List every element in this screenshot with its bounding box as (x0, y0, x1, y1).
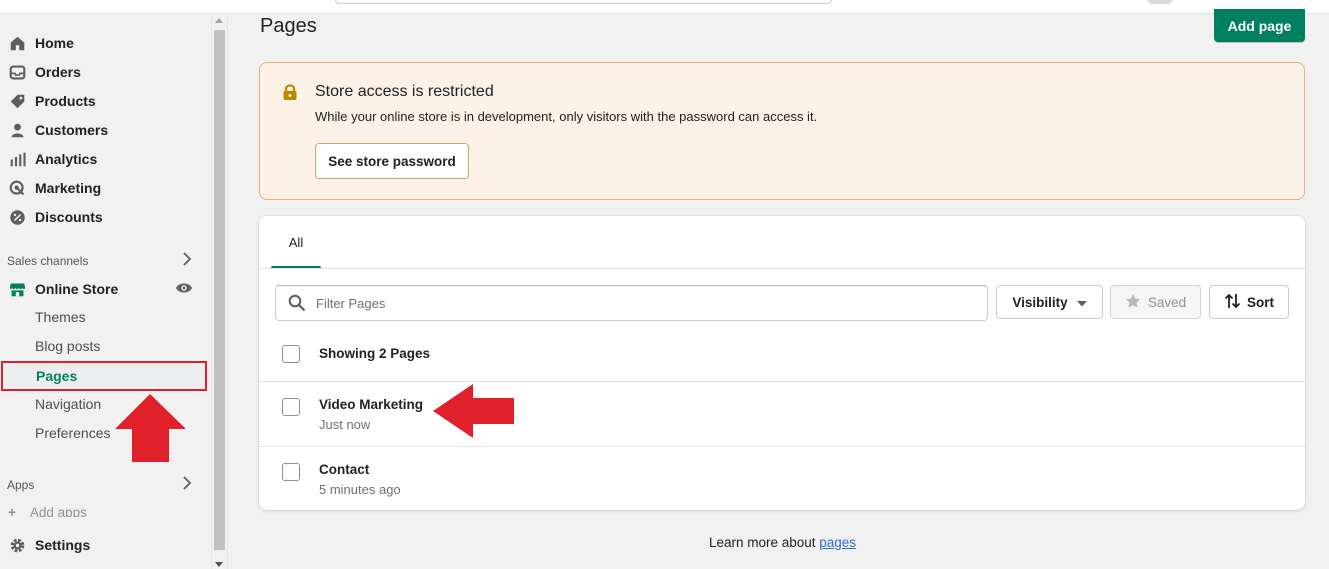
home-icon (8, 34, 26, 52)
store-icon (8, 280, 26, 298)
annotation-arrow-up-icon (115, 394, 186, 462)
table-row[interactable]: Video Marketing Just now (259, 382, 1305, 446)
filter-placeholder: Filter Pages (316, 296, 386, 311)
person-icon (8, 121, 26, 139)
bar-chart-icon (8, 150, 26, 168)
saved-button[interactable]: Saved (1110, 285, 1201, 319)
page-updated-cell: Just now (319, 417, 371, 432)
caret-down-icon (1076, 295, 1087, 310)
showing-count-label: Showing 2 Pages (319, 346, 431, 361)
saved-label: Saved (1147, 294, 1187, 310)
table-row[interactable]: Contact 5 minutes ago (259, 447, 1305, 510)
sidebar-item-label: Pages (36, 368, 78, 384)
sidebar-item-discounts[interactable]: Discounts (0, 203, 205, 231)
filter-pages-input[interactable]: Filter Pages (275, 285, 988, 321)
sidebar-item-marketing[interactable]: Marketing (0, 174, 205, 202)
footer-text: Learn more about (708, 535, 820, 550)
tab-all[interactable]: All (271, 216, 321, 268)
section-label: Sales channels (7, 253, 89, 268)
lock-icon (282, 83, 298, 106)
sidebar-item-label: Home (35, 35, 74, 51)
tag-icon (8, 92, 26, 110)
banner-title: Store access is restricted (315, 83, 494, 100)
page-updated-cell: 5 minutes ago (319, 482, 401, 497)
scrollbar-thumb[interactable] (214, 30, 225, 550)
sidebar-item-label: Blog posts (35, 338, 101, 354)
inbox-icon (8, 63, 26, 81)
divider (227, 14, 228, 569)
chevron-right-icon[interactable] (182, 252, 192, 269)
global-search-bar[interactable] (335, 0, 832, 4)
sidebar-item-themes[interactable]: Themes (35, 304, 205, 330)
star-icon (1125, 293, 1141, 312)
sidebar-item-analytics[interactable]: Analytics (0, 145, 205, 173)
sidebar-item-label: Themes (35, 309, 86, 325)
sidebar-item-label: Orders (35, 64, 81, 80)
sidebar-item-label: Navigation (35, 396, 102, 412)
row-checkbox[interactable] (282, 463, 300, 481)
sidebar-item-label: Preferences (35, 425, 111, 441)
sidebar-item-orders[interactable]: Orders (0, 58, 205, 86)
sidebar-item-products[interactable]: Products (0, 87, 205, 115)
scroll-down-arrow-icon[interactable] (215, 562, 223, 567)
sidebar-item-label: Analytics (35, 151, 98, 167)
visibility-label: Visibility (1012, 294, 1068, 310)
row-checkbox[interactable] (282, 398, 300, 416)
sales-channels-header[interactable]: Sales channels (7, 252, 192, 269)
apps-header[interactable]: Apps (7, 476, 192, 493)
sort-icon (1224, 293, 1241, 312)
sidebar-item-label: Customers (35, 122, 109, 138)
scroll-up-arrow-icon[interactable] (215, 18, 223, 23)
add-page-button[interactable]: Add page (1214, 9, 1305, 42)
sidebar-item-label: Add apps (29, 505, 87, 517)
sidebar-item-label: Discounts (35, 209, 103, 225)
page-title-cell[interactable]: Contact (319, 462, 369, 477)
sidebar-item-label: Products (35, 93, 96, 109)
sidebar-item-label: Online Store (35, 281, 119, 297)
search-icon (288, 294, 306, 317)
sort-button[interactable]: Sort (1209, 285, 1289, 319)
pages-card: All Filter Pages Visibility Saved Sort S… (259, 216, 1305, 510)
sidebar-item-pages[interactable]: Pages (1, 361, 207, 391)
add-apps-item[interactable]: + Add apps (8, 505, 198, 517)
select-all-row: Showing 2 Pages (259, 334, 1305, 380)
store-restricted-banner: Store access is restricted While your on… (259, 62, 1305, 200)
see-store-password-button[interactable]: See store password (315, 143, 469, 179)
sidebar-item-blog-posts[interactable]: Blog posts (35, 333, 205, 359)
learn-more-footer: Learn more about pages (0, 535, 1329, 550)
page-title-cell[interactable]: Video Marketing (319, 397, 423, 412)
sidebar-item-label: Marketing (35, 180, 102, 196)
avatar[interactable] (1148, 0, 1172, 4)
select-all-checkbox[interactable] (282, 345, 300, 363)
section-label: Apps (7, 477, 35, 492)
target-icon (8, 179, 26, 197)
pages-help-link[interactable]: pages (819, 535, 856, 550)
banner-text: While your online store is in developmen… (315, 109, 818, 124)
page-title: Pages (260, 15, 317, 37)
top-bar (0, 0, 1329, 14)
discount-icon (8, 208, 26, 226)
chevron-right-icon[interactable] (182, 476, 192, 493)
divider (259, 268, 1305, 269)
sidebar-scrollbar[interactable] (211, 14, 227, 569)
annotation-arrow-left-icon (433, 384, 514, 438)
sort-label: Sort (1247, 294, 1274, 310)
sidebar-item-home[interactable]: Home (0, 29, 205, 57)
sidebar-item-customers[interactable]: Customers (0, 116, 205, 144)
plus-icon: + (8, 505, 16, 517)
eye-icon[interactable] (175, 281, 193, 300)
visibility-dropdown[interactable]: Visibility (996, 285, 1103, 319)
